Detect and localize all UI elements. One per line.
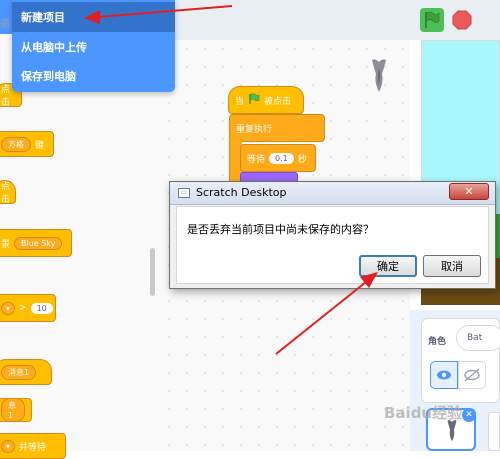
stage-header: [410, 0, 500, 40]
message-dropdown[interactable]: 消息1: [1, 364, 37, 380]
green-flag-button[interactable]: [420, 8, 444, 32]
stop-sign-icon: [452, 10, 472, 30]
palette-block-backdrop-switches[interactable]: 景 Blue Sky: [0, 229, 72, 257]
wait-block[interactable]: 等待 0.1 秒: [240, 144, 316, 172]
sprite-name-field[interactable]: Bat: [456, 325, 500, 351]
sprite-label: 角色: [428, 337, 447, 347]
palette-scrollbar[interactable]: [150, 248, 155, 296]
forever-block[interactable]: 重复执行: [229, 114, 325, 142]
palette-block-when-sprite-clicked[interactable]: 点击: [0, 180, 16, 205]
editor-header: [175, 0, 410, 40]
wait-seconds-input[interactable]: 0.1: [269, 152, 294, 164]
palette-block-key-pressed[interactable]: 方格 键: [0, 131, 54, 157]
menu-item-new-project[interactable]: 新建项目: [12, 2, 175, 32]
close-button[interactable]: ✕: [449, 183, 489, 200]
palette-block-broadcast[interactable]: 息1: [0, 398, 32, 422]
category-label-fragment: 造: [0, 19, 10, 30]
palette-block-broadcast-and-wait[interactable]: ▾ 并等待: [0, 433, 66, 459]
sprite-tile-partial[interactable]: [488, 412, 500, 451]
sprite-thumbnail-bat-icon: [368, 56, 390, 96]
stop-button[interactable]: [452, 10, 472, 30]
cancel-button[interactable]: 取消: [423, 255, 481, 277]
file-menu-dropdown: 新建项目 从电脑中上传 保存到电脑: [12, 0, 175, 92]
dialog-message: 是否丢弃当前项目中尚未保存的内容？: [187, 223, 374, 236]
menu-item-save-to-computer[interactable]: 保存到电脑: [12, 61, 175, 91]
green-flag-icon: [425, 11, 440, 28]
sensor-dropdown[interactable]: ▾: [1, 301, 16, 315]
watermark: Baidu经验: [384, 404, 463, 422]
eye-icon: [437, 370, 451, 380]
eye-slash-icon: [464, 368, 480, 382]
hide-sprite-button[interactable]: [458, 361, 486, 389]
palette-block-when-receive[interactable]: 消息1: [0, 359, 52, 385]
app-window-icon: ▭: [178, 188, 190, 198]
backdrop-dropdown[interactable]: Blue Sky: [14, 236, 63, 250]
palette-block-when-greater-than[interactable]: ▾ > 10: [0, 294, 56, 322]
dialog-body: 是否丢弃当前项目中尚未保存的内容？ 确定 取消: [176, 206, 489, 284]
sprite-info-card: 角色 Bat: [421, 318, 500, 403]
delete-sprite-icon[interactable]: ✕: [462, 408, 476, 422]
broadcast-dropdown[interactable]: 息1: [1, 398, 25, 422]
menu-item-load-from-computer[interactable]: 从电脑中上传: [12, 32, 175, 62]
show-sprite-button[interactable]: [430, 361, 458, 389]
ok-button[interactable]: 确定: [359, 255, 417, 277]
key-dropdown[interactable]: 方格: [1, 136, 31, 152]
discard-changes-dialog: ▭ Scratch Desktop ✕ 是否丢弃当前项目中尚未保存的内容？ 确定…: [169, 181, 496, 289]
when-flag-clicked-block[interactable]: 当 被点击: [228, 86, 304, 114]
dialog-title: Scratch Desktop: [196, 186, 287, 199]
green-flag-icon: [248, 93, 260, 108]
threshold-input[interactable]: 10: [30, 302, 53, 314]
dialog-titlebar[interactable]: ▭ Scratch Desktop ✕: [170, 182, 495, 205]
